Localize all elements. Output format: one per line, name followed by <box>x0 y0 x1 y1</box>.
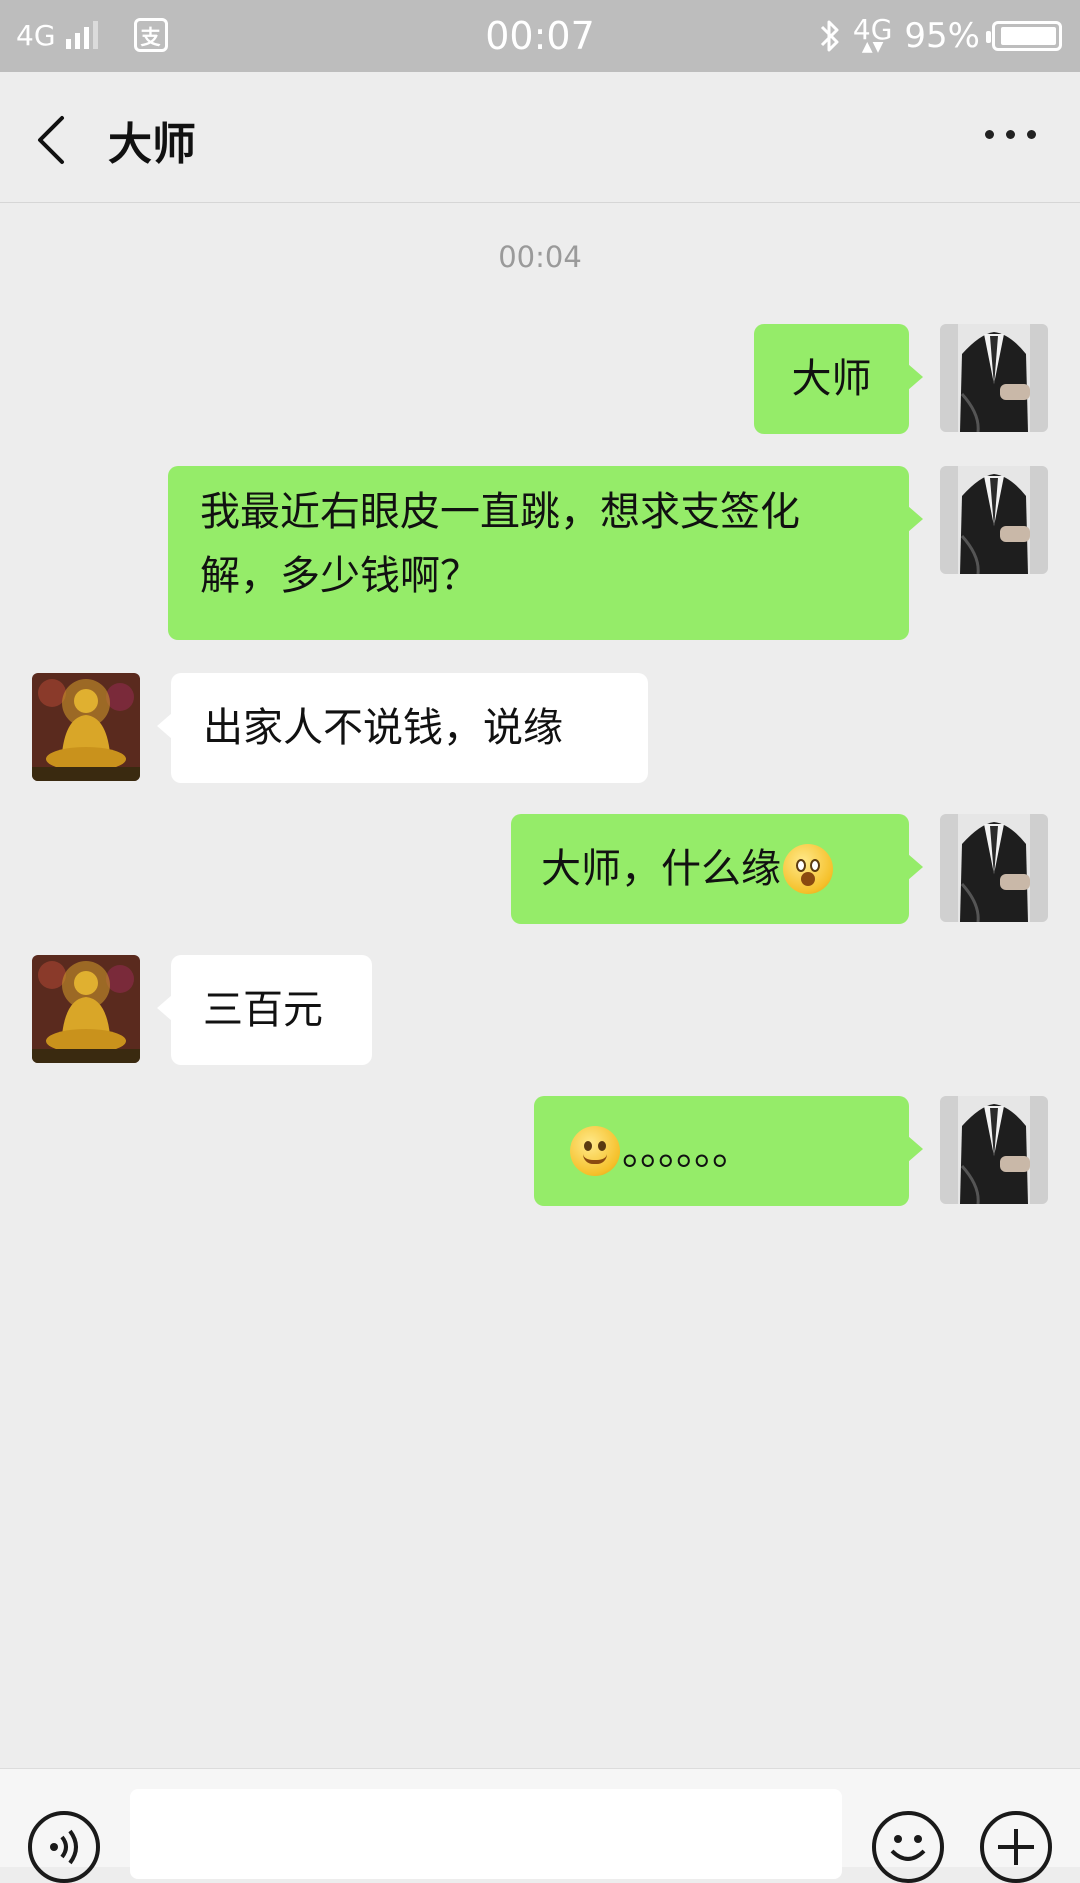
master-avatar[interactable] <box>32 955 140 1063</box>
sent-bubble[interactable]: 我最近右眼皮一直跳，想求支签化 解，多少钱啊？ <box>168 466 923 640</box>
received-bubble[interactable]: 三百元 <box>157 955 372 1065</box>
chat-header: 大师 <box>0 72 1080 203</box>
user-avatar[interactable] <box>940 324 1048 432</box>
input-bar <box>0 1768 1080 1883</box>
message-text: 。。。。。。 <box>622 1128 752 1174</box>
chat-timestamp: 00:04 <box>498 240 582 274</box>
battery-icon <box>986 21 1062 51</box>
smile-emoji-icon <box>570 1126 620 1176</box>
status-bar: 4G 支 00:07 4G ▲▼ 95% <box>0 0 1080 72</box>
message-text: 三百元 <box>203 987 323 1033</box>
sent-bubble[interactable]: 。。。。。。 <box>534 1096 923 1206</box>
message-text: 大师 <box>791 356 872 402</box>
sent-bubble[interactable]: 大师 <box>754 324 923 434</box>
surprised-emoji-icon <box>783 844 833 894</box>
voice-icon[interactable] <box>28 1811 100 1883</box>
chat-title: 大师 <box>108 119 196 170</box>
plus-icon[interactable] <box>980 1811 1052 1883</box>
battery-fill <box>1001 27 1056 45</box>
received-bubble[interactable]: 出家人不说钱，说缘 <box>157 673 648 783</box>
message-text-line: 我最近右眼皮一直跳，想求支签化 <box>200 489 800 535</box>
message-text-line: 解，多少钱啊？ <box>200 553 480 599</box>
status-right: 4G ▲▼ 95% <box>819 16 1062 56</box>
user-avatar[interactable] <box>940 466 1048 574</box>
emoji-icon[interactable] <box>872 1811 944 1883</box>
chevron-left-icon[interactable] <box>32 112 82 168</box>
battery-percent: 95% <box>904 16 980 56</box>
user-avatar[interactable] <box>940 814 1048 922</box>
message-text: 大师，什么缘 <box>541 846 781 892</box>
more-dots-icon[interactable] <box>985 130 1036 139</box>
sent-bubble[interactable]: 大师，什么缘 <box>511 814 923 924</box>
user-avatar[interactable] <box>940 1096 1048 1204</box>
message-text: 出家人不说钱，说缘 <box>203 705 563 751</box>
bluetooth-icon <box>820 20 839 52</box>
master-avatar[interactable] <box>32 673 140 781</box>
network-type-right: 4G ▲▼ <box>852 13 893 55</box>
